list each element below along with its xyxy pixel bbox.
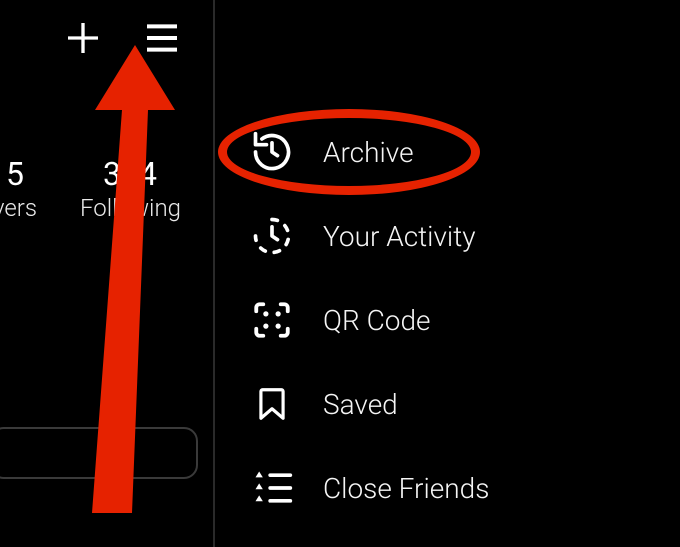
hamburger-icon (141, 18, 183, 58)
followers-label: vers (0, 194, 40, 222)
menu-item-label: Your Activity (323, 220, 476, 253)
topbar (63, 18, 183, 62)
menu-item-label: Close Friends (323, 472, 489, 505)
close-friends-icon (247, 463, 297, 513)
saved-icon (247, 379, 297, 429)
followers-count: 5 (0, 158, 40, 190)
settings-menu: Archive Your Activity QR Code (215, 110, 489, 530)
qrcode-icon (247, 295, 297, 345)
plus-icon (63, 18, 103, 58)
menu-item-label: Saved (323, 388, 398, 421)
followers-stat[interactable]: 5 vers (0, 158, 40, 222)
archive-icon (247, 127, 297, 177)
activity-icon (247, 211, 297, 261)
edit-profile-button[interactable] (0, 427, 198, 479)
following-count: 374 (80, 158, 180, 190)
profile-panel: 5 vers 374 Following (0, 0, 215, 547)
profile-stats: 5 vers 374 Following (0, 158, 213, 222)
following-label: Following (80, 194, 180, 222)
menu-item-saved[interactable]: Saved (247, 362, 489, 446)
menu-item-your-activity[interactable]: Your Activity (247, 194, 489, 278)
menu-item-close-friends[interactable]: Close Friends (247, 446, 489, 530)
create-button[interactable] (63, 18, 103, 62)
menu-item-label: QR Code (323, 304, 431, 337)
menu-item-qr-code[interactable]: QR Code (247, 278, 489, 362)
menu-item-label: Archive (323, 136, 414, 169)
following-stat[interactable]: 374 Following (80, 158, 180, 222)
menu-item-archive[interactable]: Archive (247, 110, 489, 194)
hamburger-menu-button[interactable] (141, 18, 183, 62)
